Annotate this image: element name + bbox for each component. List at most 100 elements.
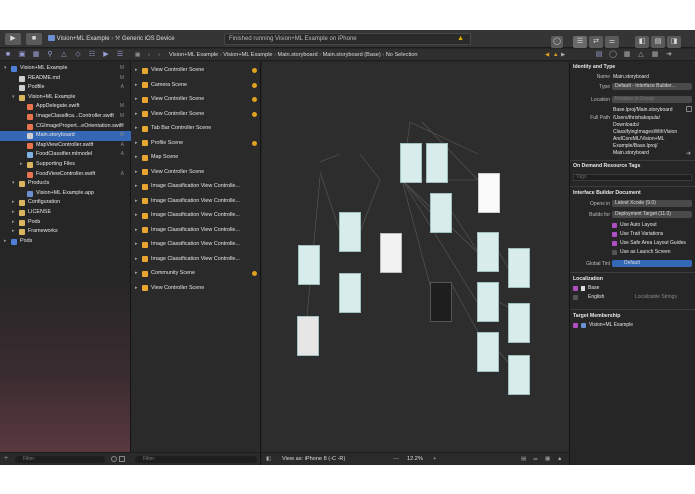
navigator-group-row[interactable]: ▸ Supporting Files xyxy=(0,160,131,170)
breadcrumb-selection[interactable]: No Selection xyxy=(386,52,418,58)
size-inspector-icon[interactable]: ▦ xyxy=(651,50,659,59)
disclosure-open-icon[interactable]: ▾ xyxy=(12,179,15,189)
outline-scene-row[interactable]: ▸ View Controller Scene xyxy=(131,165,261,180)
trait-variations-checkbox[interactable] xyxy=(612,232,617,237)
opens-in-popup[interactable]: Latest Xcode (9.0) xyxy=(612,200,692,207)
disclosure-closed-icon[interactable]: ▸ xyxy=(12,227,15,237)
disclosure-closed-icon[interactable]: ▸ xyxy=(4,237,7,247)
disclosure-closed-icon[interactable]: ▸ xyxy=(135,179,138,194)
library-icon[interactable]: ◯ xyxy=(551,36,563,48)
version-editor-icon[interactable]: ⇄ xyxy=(589,36,603,48)
back-icon[interactable]: ‹ xyxy=(148,49,150,61)
outline-scene-row[interactable]: ▸ View Controller Scene xyxy=(131,107,261,122)
scene-image-classification-6[interactable] xyxy=(508,355,530,395)
disclosure-closed-icon[interactable]: ▸ xyxy=(135,63,138,78)
launch-screen-checkbox[interactable] xyxy=(612,250,617,255)
outline-scene-row[interactable]: ▸ View Controller Scene xyxy=(131,92,261,107)
auto-layout-checkbox[interactable] xyxy=(612,223,617,228)
outline-scene-row[interactable]: ▸ Image Classification View Controlle... xyxy=(131,252,261,267)
breakpoint-navigator-icon[interactable]: ▶ xyxy=(102,50,110,59)
choose-file-icon[interactable] xyxy=(686,106,692,112)
outline-scene-row[interactable]: ▸ Community Scene xyxy=(131,266,261,281)
scene-image-classification-5[interactable] xyxy=(477,332,499,372)
loc-base-checkbox[interactable] xyxy=(573,286,578,291)
issue-next-icon[interactable]: ▶ xyxy=(561,49,565,61)
navigator-file-row[interactable]: MapViewController.swift A xyxy=(0,141,131,151)
issue-navigator-icon[interactable]: △ xyxy=(60,50,68,59)
project-navigator-icon[interactable]: ■ xyxy=(4,50,12,59)
breadcrumb-project[interactable]: Vision+ML Example xyxy=(169,52,218,58)
loc-english-checkbox[interactable] xyxy=(573,295,578,300)
outline-scene-row[interactable]: ▸ Image Classification View Controlle... xyxy=(131,223,261,238)
recent-files-icon[interactable] xyxy=(111,456,117,462)
forward-icon[interactable]: › xyxy=(158,49,160,61)
storyboard-canvas[interactable] xyxy=(262,62,569,452)
navigator-group-row[interactable]: ▾ Vision+ML Example xyxy=(0,93,131,103)
outline-scene-row[interactable]: ▸ Profile Scene xyxy=(131,136,261,151)
outline-scene-row[interactable]: ▸ View Controller Scene xyxy=(131,281,261,296)
stop-button[interactable]: ■ xyxy=(26,33,42,45)
resolve-issues-icon[interactable]: ▲ xyxy=(557,453,563,465)
toggle-inspector-icon[interactable]: ◨ xyxy=(667,36,681,48)
disclosure-closed-icon[interactable]: ▸ xyxy=(135,252,138,267)
zoom-out-button[interactable]: — xyxy=(393,453,399,465)
scene-image-classification-3[interactable] xyxy=(477,282,499,322)
scene-image-classification-1[interactable] xyxy=(477,232,499,272)
scene-image-classification-2[interactable] xyxy=(508,248,530,288)
disclosure-closed-icon[interactable]: ▸ xyxy=(135,266,138,281)
navigator-file-row[interactable]: Vision+ML Example.app xyxy=(0,189,131,199)
scene-warning-icon[interactable] xyxy=(252,111,257,117)
align-icon[interactable]: ⚌ xyxy=(533,453,538,465)
scene-view-controller-2[interactable] xyxy=(339,273,361,313)
breadcrumb-group[interactable]: Vision+ML Example xyxy=(223,52,272,58)
outline-scene-row[interactable]: ▸ Image Classification View Controlle... xyxy=(131,194,261,209)
navigator-file-row[interactable]: Main.storyboard M xyxy=(0,131,131,141)
scene-tab-bar-controller[interactable] xyxy=(380,233,402,273)
scene-warning-icon[interactable] xyxy=(252,82,257,88)
scene-food[interactable] xyxy=(430,193,452,233)
navigator-file-row[interactable]: README.md M xyxy=(0,74,131,84)
issue-prev-icon[interactable]: ◀ xyxy=(545,49,549,61)
warning-icon[interactable]: ▲ xyxy=(457,34,464,44)
disclosure-closed-icon[interactable]: ▸ xyxy=(135,136,138,151)
toggle-debug-icon[interactable]: ▤ xyxy=(651,36,665,48)
add-icon[interactable]: + xyxy=(4,455,8,462)
find-navigator-icon[interactable]: ⚲ xyxy=(46,50,54,59)
report-navigator-icon[interactable]: ☰ xyxy=(116,50,124,59)
issue-warning-icon[interactable]: ▲ xyxy=(553,49,559,61)
navigator-group-row[interactable]: ▾ Vision+ML Example M xyxy=(0,64,131,74)
navigator-group-row[interactable]: ▸ Pods xyxy=(0,218,131,228)
scene-profile-2[interactable] xyxy=(426,143,448,183)
test-navigator-icon[interactable]: ◇ xyxy=(74,50,82,59)
outline-scene-row[interactable]: ▸ Image Classification View Controlle... xyxy=(131,237,261,252)
disclosure-closed-icon[interactable]: ▸ xyxy=(135,150,138,165)
disclosure-closed-icon[interactable]: ▸ xyxy=(135,194,138,209)
navigator-filter-input[interactable]: Filter xyxy=(15,456,105,463)
disclosure-closed-icon[interactable]: ▸ xyxy=(135,92,138,107)
reveal-in-finder-icon[interactable]: ➜ xyxy=(686,150,691,157)
safe-area-checkbox[interactable] xyxy=(612,241,617,246)
disclosure-closed-icon[interactable]: ▸ xyxy=(135,165,138,180)
outline-scene-row[interactable]: ▸ Camera Scene xyxy=(131,78,261,93)
scene-profile[interactable] xyxy=(400,143,422,183)
navigator-file-row[interactable]: FoodClassifier.mlmodel A xyxy=(0,150,131,160)
scene-warning-icon[interactable] xyxy=(252,97,257,102)
tags-field[interactable]: Tags xyxy=(573,174,692,181)
disclosure-closed-icon[interactable]: ▸ xyxy=(135,281,138,296)
disclosure-closed-icon[interactable]: ▸ xyxy=(12,218,15,228)
outline-scene-row[interactable]: ▸ View Controller Scene xyxy=(131,63,261,78)
toggle-navigator-icon[interactable]: ◧ xyxy=(635,36,649,48)
disclosure-closed-icon[interactable]: ▸ xyxy=(135,208,138,223)
outline-scene-row[interactable]: ▸ Image Classification View Controlle... xyxy=(131,208,261,223)
source-control-icon[interactable]: ▣ xyxy=(18,50,26,59)
source-control-filter-icon[interactable] xyxy=(119,456,125,462)
assistant-editor-icon[interactable]: ⚌ xyxy=(605,36,619,48)
view-as-device[interactable]: View as: iPhone 8 (‐C ‐R) xyxy=(282,453,345,465)
disclosure-closed-icon[interactable]: ▸ xyxy=(12,198,15,208)
disclosure-closed-icon[interactable]: ▸ xyxy=(135,121,138,136)
debug-navigator-icon[interactable]: ☷ xyxy=(88,50,96,59)
breadcrumb[interactable]: Vision+ML Example › Vision+ML Example › … xyxy=(169,49,417,61)
connections-inspector-icon[interactable]: ➜ xyxy=(665,50,673,59)
disclosure-closed-icon[interactable]: ▸ xyxy=(135,223,138,238)
navigator-group-row[interactable]: ▾ Products xyxy=(0,179,131,189)
